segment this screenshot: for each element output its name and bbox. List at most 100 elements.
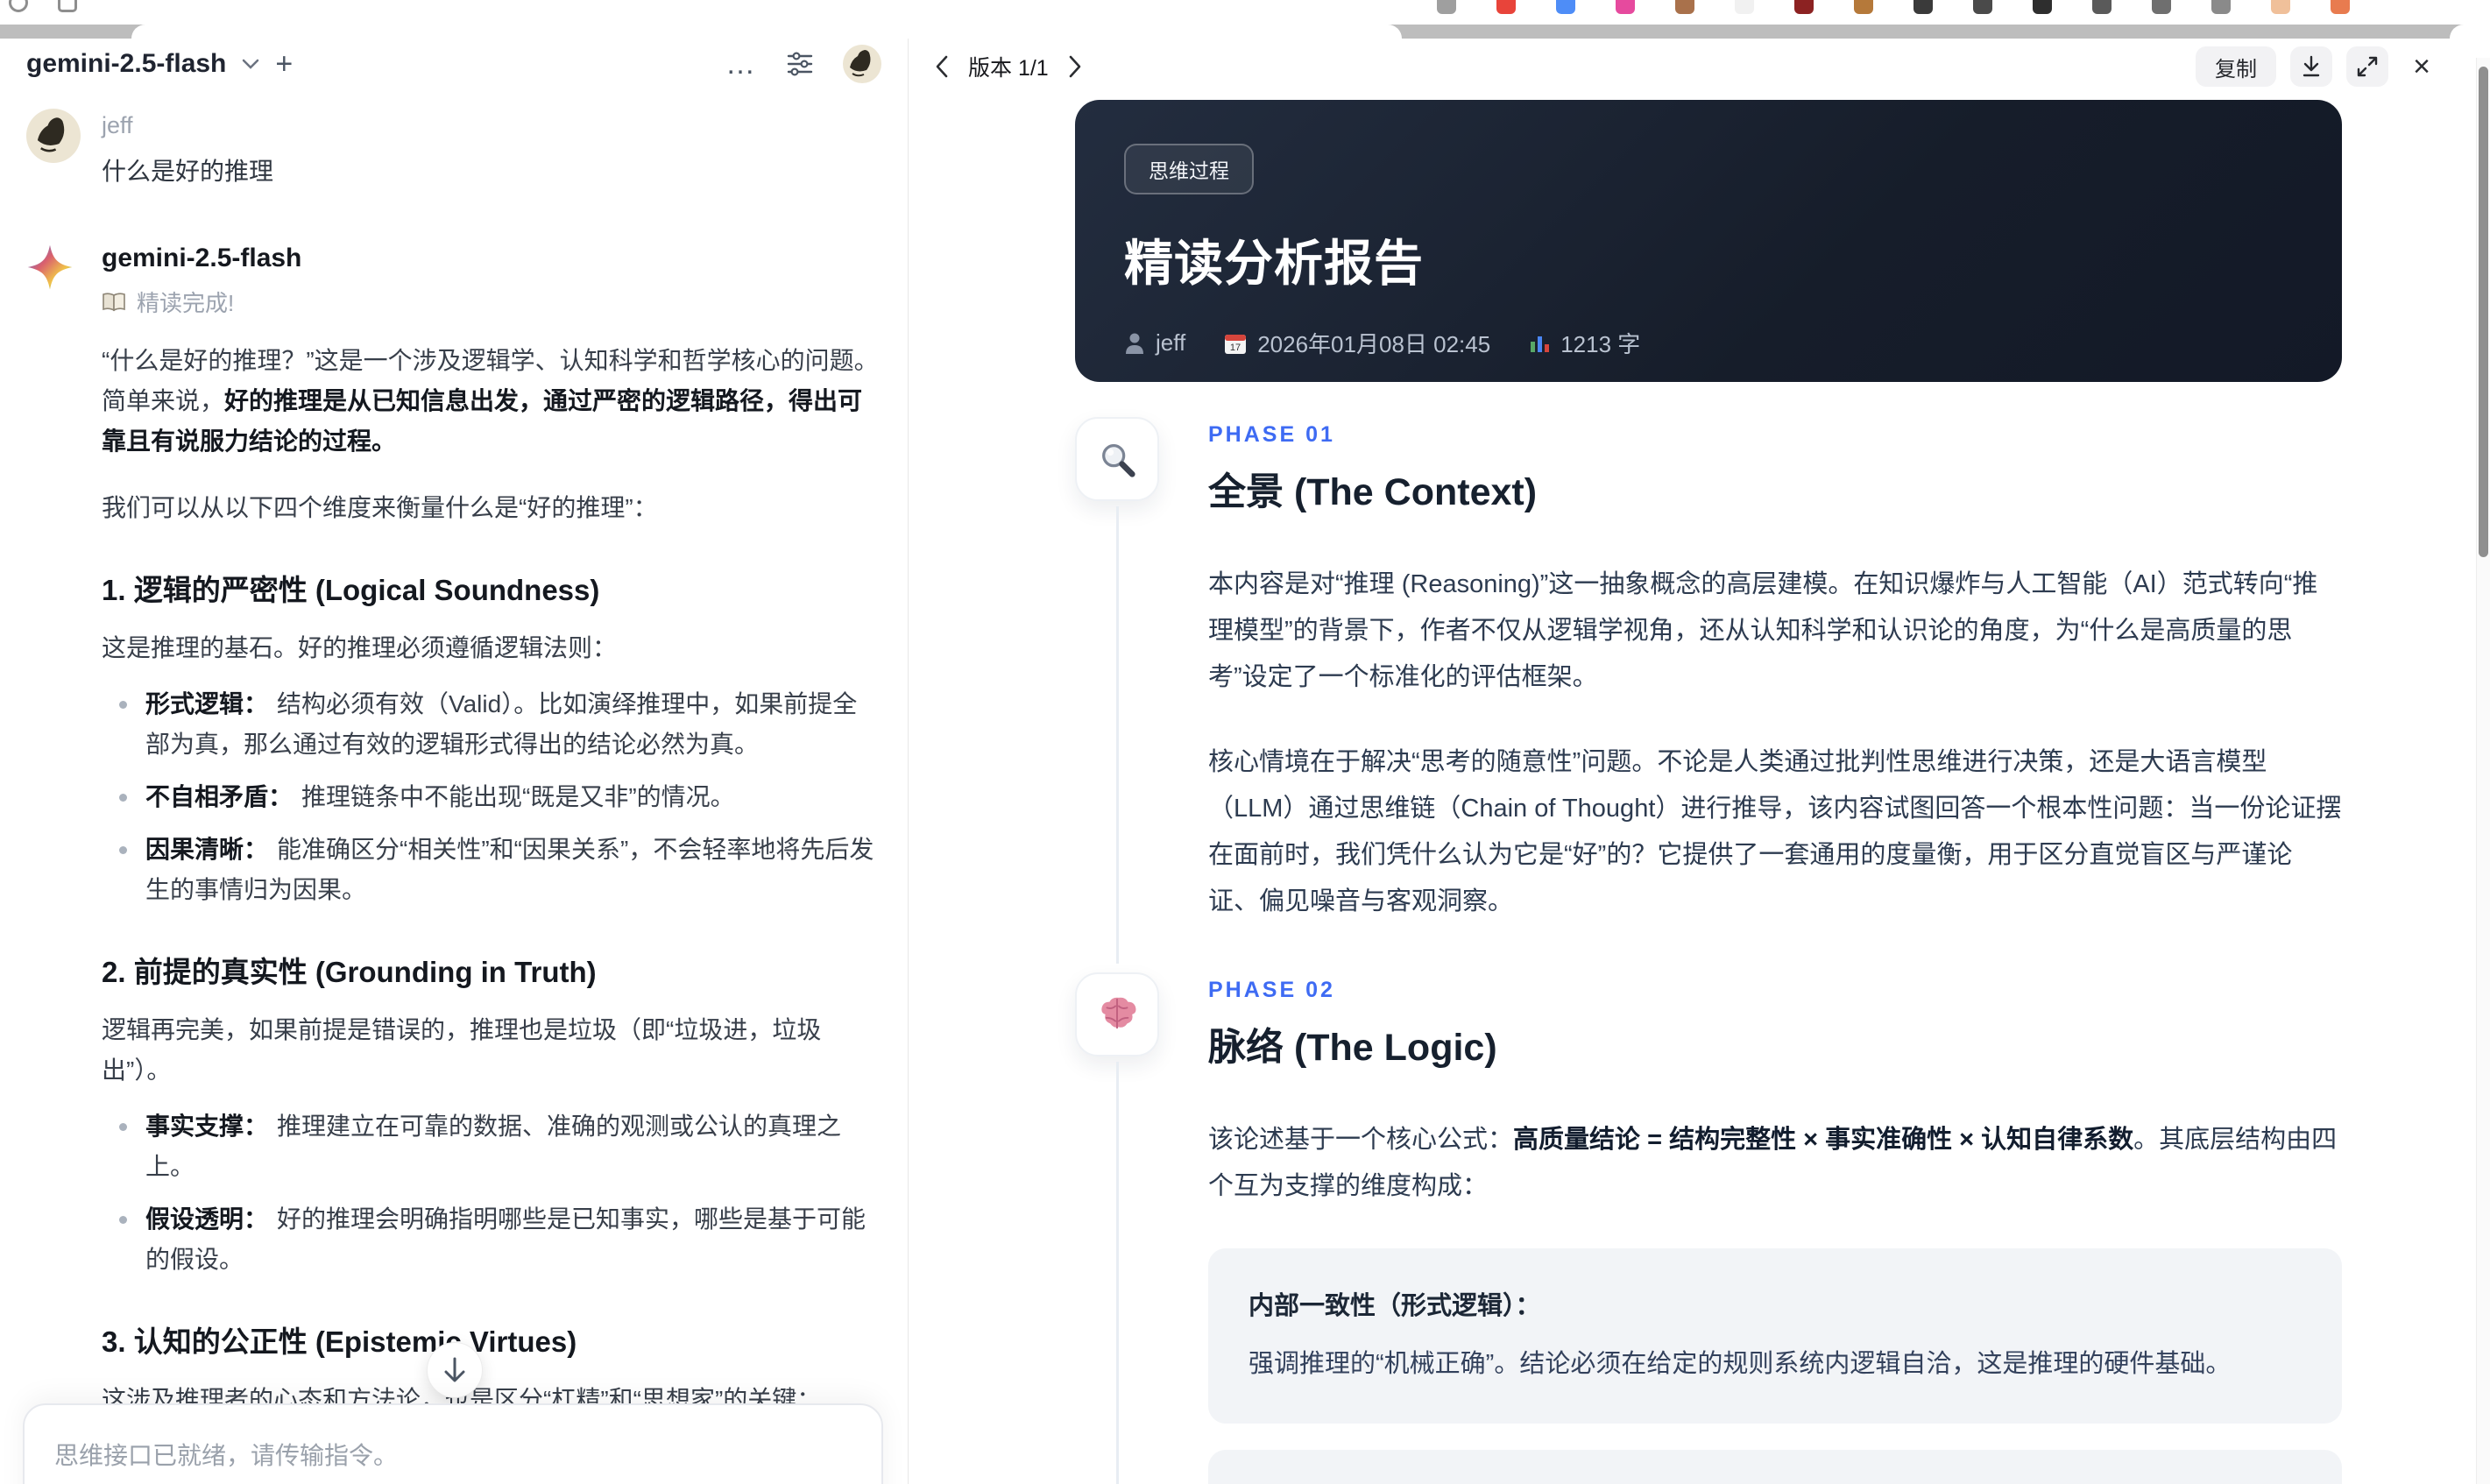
report-header-card: 思维过程 精读分析报告 jeff 17 2026年01月08日 02:45 12…	[1075, 100, 2342, 382]
download-icon	[2301, 55, 2322, 78]
extension-icon[interactable]	[1616, 0, 1635, 14]
extension-icon[interactable]	[1973, 0, 1992, 14]
browser-chrome-strip	[0, 25, 2490, 39]
user-message: jeff 什么是好的推理	[26, 109, 881, 191]
svg-text:17: 17	[1230, 343, 1241, 353]
extension-icon[interactable]	[2271, 0, 2290, 14]
extension-icon[interactable]	[1675, 0, 1694, 14]
tab-strip-end	[2450, 25, 2490, 39]
section-heading: 3. 认知的公正性 (Epistemic Virtues)	[102, 1325, 577, 1358]
user-avatar[interactable]	[843, 45, 881, 83]
section-heading: 2. 前提的真实性 (Grounding in Truth)	[102, 956, 597, 988]
artifact-toolbar: 版本 1/1 复制 ×	[909, 39, 2490, 95]
extension-icon[interactable]	[2033, 0, 2052, 14]
scrollbar[interactable]	[2476, 58, 2490, 1484]
list-item: 假设透明： 好的推理会明确指明哪些是已知事实，哪些是基于可能的假设。	[102, 1199, 881, 1280]
extension-icon[interactable]	[1854, 0, 1873, 14]
extension-icon[interactable]	[1735, 0, 1754, 14]
list-item: 事实支撑： 推理建立在可靠的数据、准确的观测或公认的真理之上。	[102, 1106, 881, 1187]
new-chat-button[interactable]: +	[275, 47, 293, 81]
message-text: 什么是好的推理	[102, 158, 274, 185]
meta-word-count: 1213 字	[1529, 327, 1640, 359]
phase-title: 全景 (The Context)	[1208, 471, 1538, 513]
chevron-down-icon[interactable]	[242, 58, 259, 70]
apps-grid-icon[interactable]	[58, 0, 77, 12]
report-content[interactable]: 思维过程 精读分析报告 jeff 17 2026年01月08日 02:45 12…	[909, 96, 2476, 1484]
meta-date: 17 2026年01月08日 02:45	[1224, 327, 1490, 359]
extension-icon[interactable]	[2211, 0, 2231, 14]
person-icon	[1124, 332, 1145, 355]
status-line: 精读完成!	[102, 286, 881, 318]
report-title: 精读分析报告	[1124, 236, 1424, 291]
phase-paragraph: 该论述基于一个核心公式：高质量结论 = 结构完整性 × 事实准确性 × 认知自律…	[1208, 1126, 2338, 1200]
copy-button[interactable]: 复制	[2196, 46, 2276, 87]
extension-icons-row[interactable]	[1437, 0, 2485, 25]
arrow-down-icon	[442, 1356, 467, 1384]
chat-section-1: 1. 逻辑的严密性 (Logical Soundness) 这是推理的基石。好的…	[102, 567, 881, 910]
card-title: 内部一致性（形式逻辑）：	[1249, 1292, 1541, 1320]
scrollbar-thumb[interactable]	[2479, 67, 2488, 557]
extension-icon[interactable]	[1437, 0, 1456, 14]
composer-input[interactable]: 思维接口已就绪，请传输指令。	[54, 1437, 852, 1472]
message-author: gemini-2.5-flash	[102, 244, 302, 272]
reload-icon[interactable]	[9, 0, 28, 12]
extension-icon[interactable]	[1496, 0, 1516, 14]
phase-paragraph: 核心情境在于解决“思考的随意性”问题。不论是人类通过批判性思维进行决策，还是大语…	[1208, 748, 2342, 915]
dimension-card-1: 内部一致性（形式逻辑）： 强调推理的“机械正确”。结论必须在给定的规则系统内逻辑…	[1208, 1248, 2342, 1424]
message-author: jeff	[102, 112, 133, 138]
artifact-pane: 版本 1/1 复制 × 思维过程 精读分析报告 jeff 17 2026年01月…	[909, 39, 2490, 1484]
extension-icon[interactable]	[2092, 0, 2112, 14]
calendar-icon: 17	[1224, 332, 1247, 355]
phase-section-1: PHASE 01 全景 (The Context) 本内容是对“推理 (Reas…	[1075, 417, 2342, 964]
section-lead: 逻辑再完美，如果前提是错误的，推理也是垃圾（即“垃圾进，垃圾出”）。	[102, 1016, 822, 1084]
download-button[interactable]	[2290, 46, 2332, 87]
gemini-logo-icon	[26, 244, 102, 291]
browser-nav-icons[interactable]	[9, 0, 77, 12]
phase-label: PHASE 02	[1208, 978, 1335, 1002]
more-options-icon[interactable]: …	[725, 49, 757, 79]
meta-author: jeff	[1124, 329, 1185, 357]
assistant-message: gemini-2.5-flash 精读完成! “什么是好的推理？”这是一个涉及逻…	[26, 240, 881, 1484]
extension-icon[interactable]	[2331, 0, 2350, 14]
expand-button[interactable]	[2346, 46, 2388, 87]
report-type-badge: 思维过程	[1124, 144, 1254, 194]
card-text: 强调推理的“机械正确”。结论必须在给定的规则系统内逻辑自洽，这是推理的硬件基础。	[1249, 1350, 2232, 1378]
extension-icon[interactable]	[2152, 0, 2171, 14]
phase-label: PHASE 01	[1208, 422, 1335, 447]
list-item: 因果清晰： 能准确区分“相关性”和“因果关系”，不会轻率地将先后发生的事情归为因果…	[102, 830, 881, 910]
section-heading: 1. 逻辑的严密性 (Logical Soundness)	[102, 574, 600, 606]
phase-title: 脉络 (The Logic)	[1208, 1027, 1497, 1069]
close-icon: ×	[2413, 49, 2430, 83]
phase-paragraph: 本内容是对“推理 (Reasoning)”这一抽象概念的高层建模。在知识爆炸与人…	[1208, 570, 2318, 691]
chevron-right-icon[interactable]	[1068, 55, 1082, 78]
active-tab[interactable]	[131, 25, 1402, 39]
report-meta: jeff 17 2026年01月08日 02:45 1213 字	[1124, 327, 2293, 359]
extension-icon[interactable]	[1794, 0, 1814, 14]
settings-sliders-icon[interactable]	[787, 52, 813, 76]
expand-icon	[2356, 55, 2379, 78]
user-avatar	[26, 109, 81, 163]
scroll-to-bottom-button[interactable]	[427, 1342, 483, 1398]
assistant-paragraph: “什么是好的推理？”这是一个涉及逻辑学、认知科学和哲学核心的问题。简单来说，好的…	[102, 347, 879, 455]
chevron-left-icon[interactable]	[935, 55, 949, 78]
dimension-card-2: 外部真实性（前提基础）： 强调推理的“经验校准”。解决“GIGO（垃圾进，垃圾出…	[1208, 1450, 2342, 1484]
extension-icon[interactable]	[1913, 0, 1933, 14]
app-window: gemini-2.5-flash + … jeff 什么是好的推理 gemini…	[0, 0, 2490, 1484]
chat-section-2: 2. 前提的真实性 (Grounding in Truth) 逻辑再完美，如果前…	[102, 949, 881, 1280]
model-selector[interactable]: gemini-2.5-flash	[26, 49, 226, 79]
phase-section-2: PHASE 02 脉络 (The Logic) 该论述基于一个核心公式：高质量结…	[1075, 972, 2342, 1484]
close-button[interactable]: ×	[2402, 46, 2441, 87]
open-book-icon	[102, 292, 126, 313]
chat-header: gemini-2.5-flash + …	[0, 39, 908, 89]
magnifier-icon	[1075, 417, 1159, 501]
chat-message-list[interactable]: jeff 什么是好的推理 gemini-2.5-flash 精读完成! “什么是…	[0, 109, 908, 1484]
version-nav: 版本 1/1	[935, 51, 1082, 82]
brain-icon	[1075, 972, 1159, 1056]
bar-chart-icon	[1529, 333, 1550, 354]
extension-icon[interactable]	[1556, 0, 1575, 14]
list-item: 形式逻辑： 结构必须有效（Valid）。比如演绎推理中，如果前提全部为真，那么通过…	[102, 684, 881, 765]
message-composer[interactable]: 思维接口已就绪，请传输指令。	[23, 1403, 883, 1484]
timeline-connector	[1115, 506, 1119, 964]
timeline-connector	[1115, 1062, 1119, 1484]
version-label: 版本 1/1	[968, 56, 1049, 81]
